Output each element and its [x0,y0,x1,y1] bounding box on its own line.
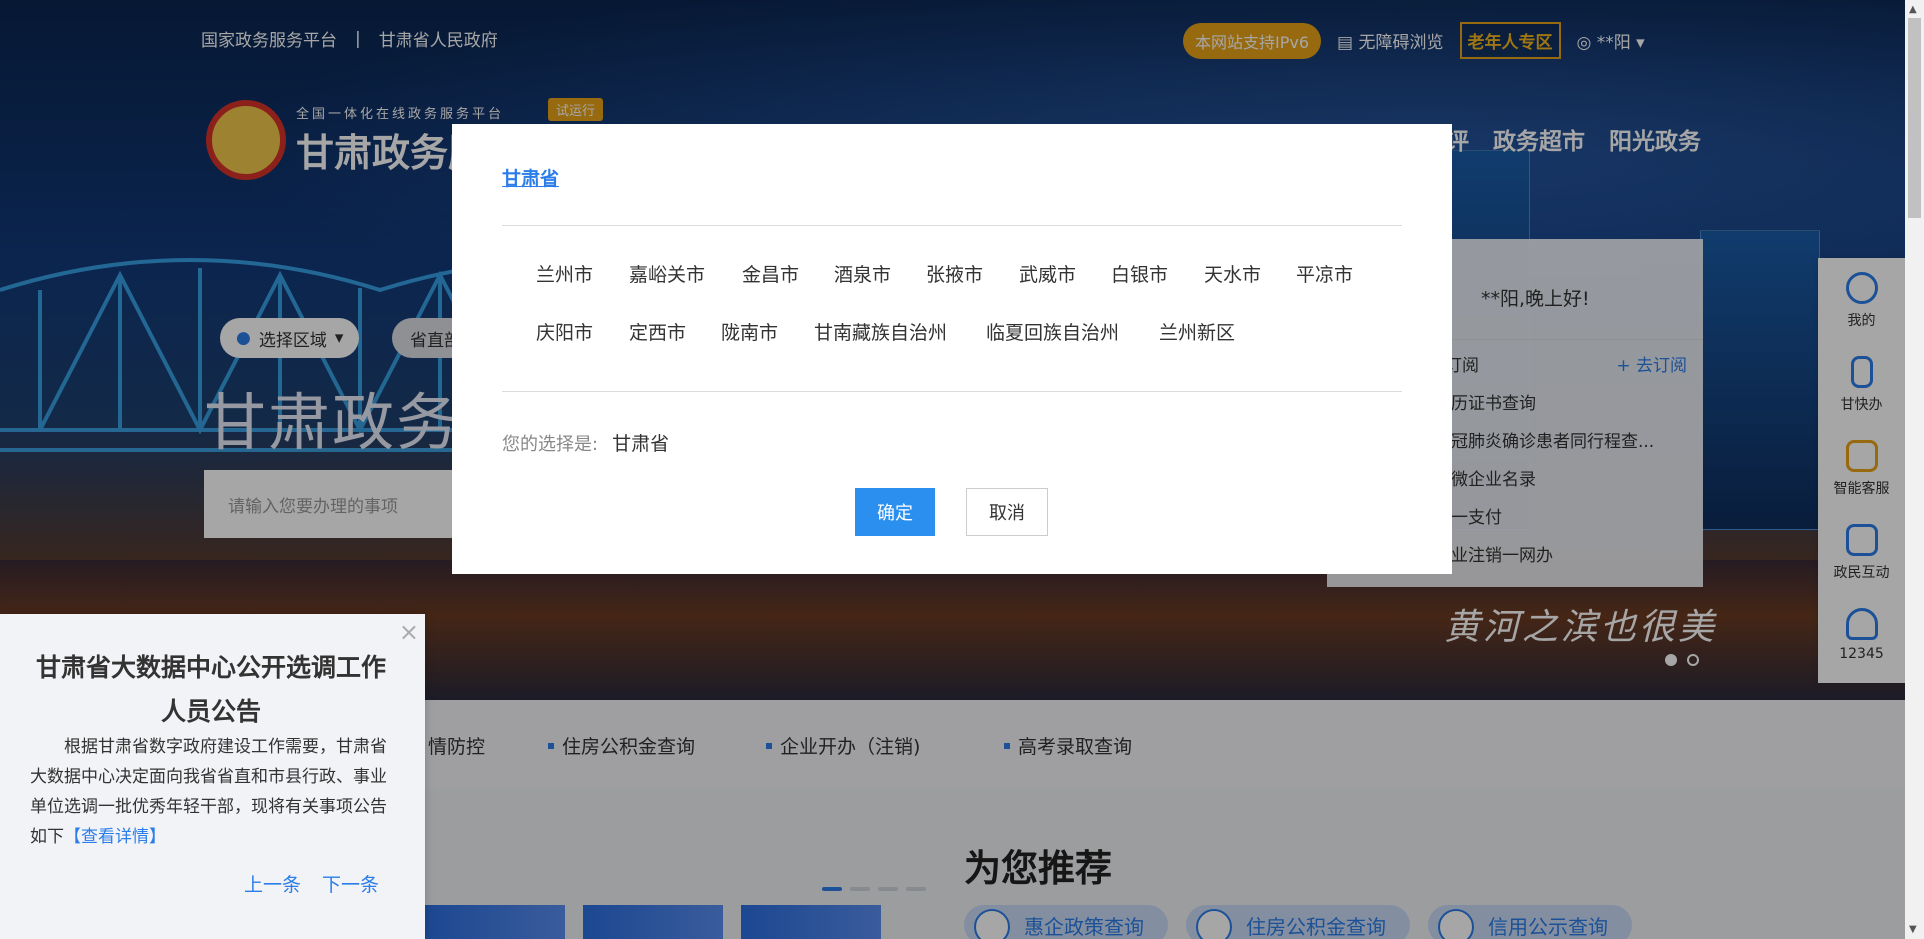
confirm-button[interactable]: 确定 [855,488,935,536]
divider [502,225,1402,226]
selection-display: 您的选择是: 甘肃省 [502,429,669,456]
page-scrollbar[interactable]: ▲ ▼ [1905,0,1924,939]
city-option[interactable]: 天水市 [1204,260,1261,287]
scroll-up-icon[interactable]: ▲ [1909,4,1917,15]
city-option[interactable]: 金昌市 [742,260,799,287]
cancel-button[interactable]: 取消 [966,488,1048,536]
close-icon[interactable]: × [399,618,419,646]
city-option[interactable]: 酒泉市 [834,260,891,287]
view-details-link[interactable]: 【查看详情】 [64,827,166,847]
province-link[interactable]: 甘肃省 [502,164,559,191]
notice-popup: × 甘肃省大数据中心公开选调工作人员公告 根据甘肃省数字政府建设工作需要，甘肃省… [0,614,425,939]
city-option[interactable]: 嘉峪关市 [629,260,705,287]
prev-notice-link[interactable]: 上一条 [244,870,301,897]
next-notice-link[interactable]: 下一条 [322,870,379,897]
notice-body: 根据甘肃省数字政府建设工作需要，甘肃省大数据中心决定面向我省省直和市县行政、事业… [30,732,390,852]
scrollbar-thumb[interactable] [1908,18,1921,218]
city-option[interactable]: 平凉市 [1296,260,1353,287]
city-option[interactable]: 临夏回族自治州 [986,318,1119,345]
city-option[interactable]: 张掖市 [926,260,983,287]
choice-label: 您的选择是: [502,434,599,455]
city-option[interactable]: 兰州新区 [1159,318,1235,345]
city-option[interactable]: 白银市 [1111,260,1168,287]
city-option[interactable]: 定西市 [629,318,686,345]
choice-value: 甘肃省 [612,433,670,455]
city-option[interactable]: 武威市 [1019,260,1076,287]
region-dialog: 甘肃省 兰州市 嘉峪关市 金昌市 酒泉市 张掖市 武威市 白银市 天水市 平凉市… [452,124,1452,574]
city-option[interactable]: 陇南市 [721,318,778,345]
scroll-down-icon[interactable]: ▼ [1909,924,1917,935]
notice-title: 甘肃省大数据中心公开选调工作人员公告 [36,653,387,726]
city-option[interactable]: 庆阳市 [536,318,593,345]
city-option[interactable]: 兰州市 [536,260,593,287]
divider [502,391,1402,392]
city-option[interactable]: 甘南藏族自治州 [814,318,947,345]
